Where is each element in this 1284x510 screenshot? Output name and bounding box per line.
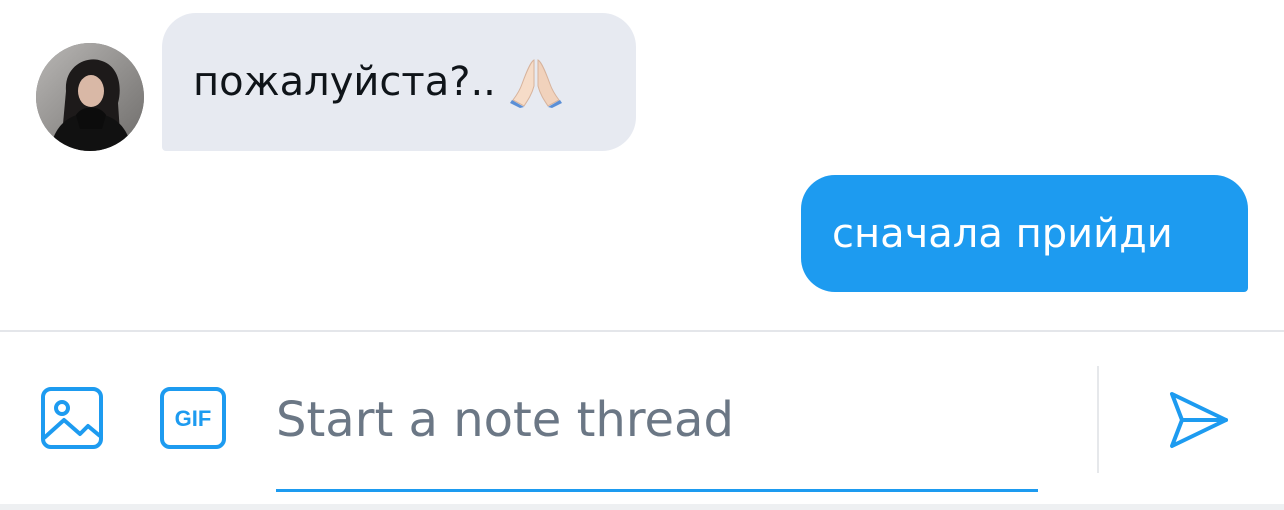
incoming-message-bubble[interactable]: пожалуйста?.. (162, 13, 636, 151)
add-gif-button[interactable]: GIF (159, 386, 227, 450)
note-thread-input[interactable] (276, 370, 1038, 470)
incoming-message-text: пожалуйста?.. (193, 59, 496, 105)
image-icon (41, 387, 103, 449)
message-composer: GIF (0, 330, 1284, 510)
gif-label: GIF (175, 406, 212, 431)
message-thread: пожалуйста?.. сначала прийди (0, 0, 1284, 330)
outgoing-message-text: сначала прийди (832, 210, 1173, 257)
note-input-wrapper (276, 370, 1038, 493)
avatar[interactable] (36, 43, 144, 151)
gif-icon: GIF (160, 387, 226, 449)
outgoing-message-bubble[interactable]: сначала прийди (801, 175, 1248, 292)
user-avatar-icon (36, 43, 144, 151)
folded-hands-emoji-icon (509, 56, 562, 108)
send-button[interactable] (1166, 388, 1232, 452)
add-media-button[interactable] (40, 386, 104, 450)
input-focus-underline (276, 489, 1038, 492)
bottom-strip (0, 504, 1284, 510)
send-icon (1170, 392, 1228, 448)
composer-divider (1097, 366, 1099, 473)
